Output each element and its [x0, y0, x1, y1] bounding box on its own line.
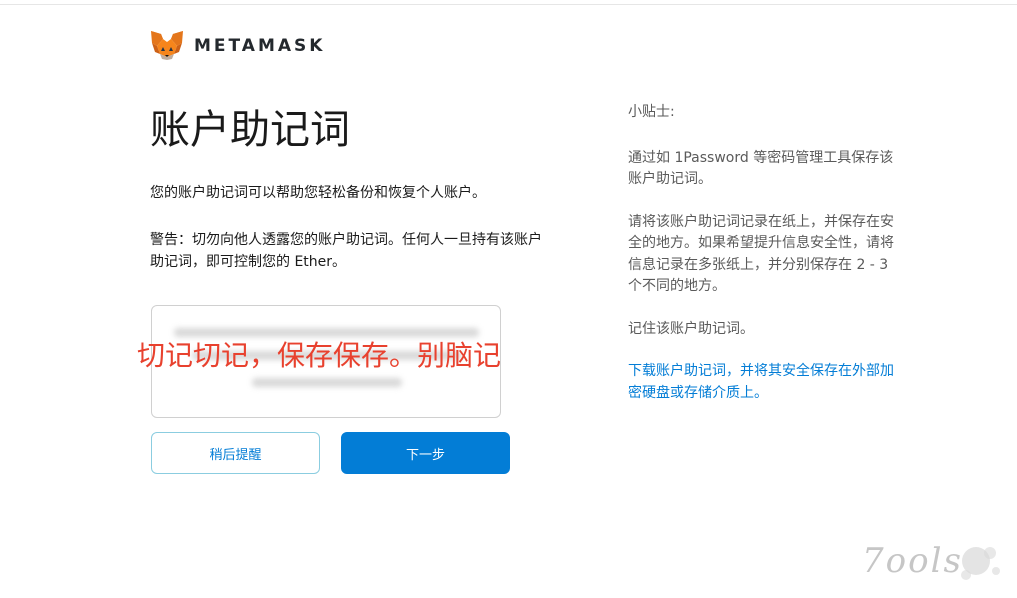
- blurred-phrase-line: [174, 328, 479, 337]
- top-divider: [0, 4, 1017, 5]
- warning-text: 警告：切勿向他人透露您的账户助记词。任何人一旦持有该账户助记词，即可控制您的 E…: [150, 232, 542, 270]
- tip-memorize: 记住该账户助记词。: [628, 320, 754, 337]
- watermark-text: 7ools: [862, 541, 963, 581]
- page: METAMASK 账户助记词 您的账户助记词可以帮助您轻松备份和恢复个人账户。 …: [0, 0, 1017, 598]
- metamask-wordmark: METAMASK: [194, 36, 326, 56]
- tips-panel: 小贴士: 通过如 1Password 等密码管理工具保存该账户助记词。 请将该账…: [628, 102, 896, 404]
- metamask-logo: METAMASK: [150, 30, 325, 62]
- tip-password-manager: 通过如 1Password 等密码管理工具保存该账户助记词。: [628, 149, 894, 188]
- remind-later-button[interactable]: 稍后提醒: [151, 432, 320, 474]
- next-button[interactable]: 下一步: [341, 432, 510, 474]
- watermark: 7ools: [858, 535, 1008, 591]
- download-seed-phrase-link[interactable]: 下载账户助记词，并将其安全保存在外部加密硬盘或存储介质上。: [628, 361, 896, 404]
- tip-write-on-paper: 请将该账户助记词记录在纸上，并保存在安全的地方。如果希望提升信息安全性，请将信息…: [628, 213, 894, 295]
- overlay-annotation: 切记切记，保存保存。别脑记: [137, 339, 502, 372]
- description-text: 您的账户助记词可以帮助您轻松备份和恢复个人账户。: [150, 185, 486, 201]
- page-title: 账户助记词: [150, 107, 350, 153]
- tips-title: 小贴士:: [628, 104, 675, 120]
- blurred-phrase-line: [252, 378, 402, 387]
- metamask-fox-icon: [150, 30, 184, 62]
